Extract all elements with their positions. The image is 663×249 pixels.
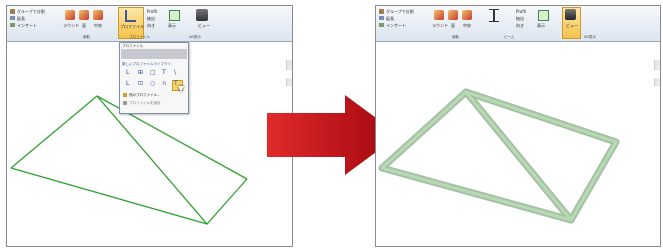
- left-window: グループで分割 延長 インサート ラウンド 面 中央 面取 プロファイル Pro…: [6, 5, 293, 247]
- display-button[interactable]: 表示: [168, 23, 176, 29]
- profile-l2-icon[interactable]: L: [126, 81, 129, 87]
- group-label-chamfer: 面取: [452, 35, 459, 39]
- profile-b-button[interactable]: 抽出: [147, 16, 155, 22]
- right-window: グループで分割 延長 インサート ラウンド 面 中央 面取 Profil 抽出 …: [375, 5, 661, 247]
- save-profile-icon: [123, 101, 127, 105]
- insert-icon[interactable]: [10, 23, 15, 27]
- insert-icon[interactable]: [379, 23, 384, 27]
- view-button[interactable]: ビュー: [198, 23, 210, 29]
- round-icon[interactable]: [65, 10, 75, 20]
- side-scroll-button-2[interactable]: [286, 78, 292, 86]
- save-profile-menu-item[interactable]: プロファイルを保存: [129, 101, 161, 106]
- group-label-beam: ビーム: [504, 35, 515, 39]
- round-icon[interactable]: [434, 10, 444, 20]
- orientation-button[interactable]: 向き: [516, 23, 524, 29]
- view-icon[interactable]: [196, 9, 208, 21]
- beam-i-bottom-icon: [489, 21, 499, 22]
- side-scroll-button-2[interactable]: [654, 78, 660, 86]
- profile-icon: [125, 10, 136, 22]
- group-label-chamfer: 面取: [83, 35, 90, 39]
- profile-box-icon[interactable]: ⊞: [138, 70, 143, 76]
- beam-right-highlight: [569, 140, 618, 222]
- view-button[interactable]: ビュー: [566, 23, 578, 29]
- mouse-cursor-icon: [178, 86, 184, 92]
- face-button[interactable]: 面: [451, 23, 455, 29]
- other-profile-icon: [123, 93, 127, 97]
- beam-drawing: [378, 88, 620, 224]
- wireframe-edge-left: [10, 167, 208, 225]
- dropdown-preview-area: [121, 49, 187, 59]
- extend-icon[interactable]: [379, 16, 384, 20]
- profile-square-icon[interactable]: □: [150, 70, 156, 76]
- profile-slash-icon[interactable]: \: [174, 70, 176, 76]
- profile-l-icon[interactable]: L: [126, 70, 129, 76]
- profile-t-icon[interactable]: T: [162, 70, 166, 76]
- display-button[interactable]: 表示: [537, 23, 545, 29]
- viewport-canvas[interactable]: [376, 42, 660, 246]
- profile-b-button[interactable]: 抽出: [516, 16, 524, 22]
- face-button[interactable]: 面: [82, 23, 86, 29]
- insert-button[interactable]: インサート: [17, 23, 37, 29]
- profile-button[interactable]: プロファイル: [120, 24, 144, 30]
- side-scroll-button[interactable]: [654, 60, 660, 70]
- display-icon[interactable]: [169, 10, 180, 21]
- profile-a-button[interactable]: Profil: [516, 9, 526, 14]
- extend-icon[interactable]: [10, 16, 15, 20]
- group-split-icon[interactable]: [10, 9, 15, 14]
- center-icon[interactable]: [93, 10, 103, 20]
- extend-button[interactable]: 延長: [386, 16, 394, 22]
- profile-a-button[interactable]: Profil: [147, 9, 157, 14]
- center-button[interactable]: 中央: [94, 23, 102, 29]
- group-split-icon[interactable]: [379, 9, 384, 14]
- extend-button[interactable]: 延長: [17, 16, 25, 22]
- face-icon[interactable]: [79, 10, 89, 20]
- ribbon: グループで分割 延長 インサート ラウンド 面 中央 面取 Profil 抽出 …: [376, 6, 660, 42]
- ribbon: グループで分割 延長 インサート ラウンド 面 中央 面取 プロファイル Pro…: [7, 6, 292, 42]
- profile-circle-icon[interactable]: ○: [150, 81, 155, 87]
- beam-i-top-icon: [489, 9, 499, 10]
- profile-channel-icon[interactable]: ∩: [162, 81, 166, 87]
- profile-library-title: 新しいプロファイルライブラリ: [122, 62, 171, 66]
- center-icon[interactable]: [462, 10, 472, 20]
- insert-button[interactable]: インサート: [386, 23, 406, 29]
- orientation-button[interactable]: 向き: [147, 23, 155, 29]
- profile-dropdown: プロファイル 新しいプロファイルライブラリ L ⊞ □ T \ L ⊡ ○ ∩ …: [119, 42, 189, 114]
- group-label-profile: プロファイル: [129, 35, 150, 39]
- display-icon[interactable]: [538, 10, 549, 21]
- beam-left-highlight: [380, 90, 468, 170]
- other-profiles-menu-item[interactable]: 他のプロファイル...: [129, 93, 160, 98]
- group-label-ar: AR表示: [584, 35, 596, 39]
- round-button[interactable]: ラウンド: [63, 23, 79, 29]
- center-button[interactable]: 中央: [463, 23, 471, 29]
- round-button[interactable]: ラウンド: [432, 23, 448, 29]
- face-icon[interactable]: [448, 10, 458, 20]
- group-label-ar: AR表示: [189, 35, 201, 39]
- beam-bottom-highlight: [380, 166, 573, 222]
- view-icon: [565, 9, 576, 20]
- group-split-button[interactable]: グループで分割: [386, 9, 414, 15]
- side-scroll-button[interactable]: [286, 60, 292, 70]
- profile-dot-box-icon[interactable]: ⊡: [138, 81, 143, 87]
- group-split-button[interactable]: グループで分割: [17, 9, 45, 15]
